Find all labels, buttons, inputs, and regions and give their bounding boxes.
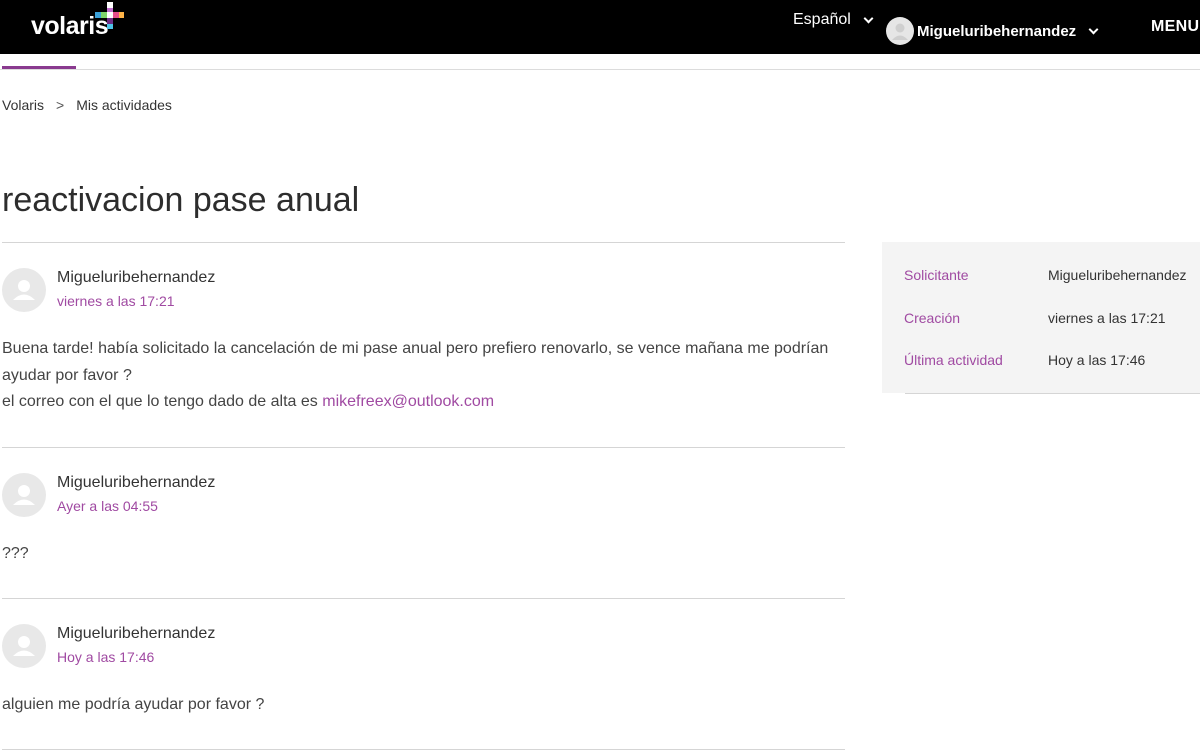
last-activity-label: Última actividad (904, 352, 1003, 368)
created-value: viernes a las 17:21 (1048, 310, 1166, 326)
comment-body: Buena tarde! había solicitado la cancela… (2, 336, 832, 416)
user-name: Migueluribehernandez (917, 22, 1077, 40)
user-avatar-icon (13, 485, 35, 505)
volaris-plus-logo-icon (95, 2, 124, 29)
comment-text-line: el correo con el que lo tengo dado de al… (2, 389, 832, 416)
breadcrumb-current-link[interactable]: Mis actividades (76, 97, 172, 113)
comments-list: Migueluribehernandez viernes a las 17:21… (2, 242, 845, 750)
comment-text-line: Buena tarde! había solicitado la cancela… (2, 340, 829, 357)
avatar (2, 473, 46, 517)
avatar (2, 268, 46, 312)
language-selector[interactable]: Español (793, 11, 874, 29)
subheader-divider (0, 69, 1200, 70)
comment-author: Migueluribehernandez (57, 269, 216, 286)
chevron-down-icon (1088, 24, 1099, 35)
comment-item: Migueluribehernandez Hoy a las 17:46 alg… (2, 599, 845, 749)
comment-author: Migueluribehernandez (57, 474, 216, 491)
page-title: reactivacion pase anual (2, 181, 360, 219)
user-avatar-icon (13, 636, 35, 656)
avatar (2, 624, 46, 668)
breadcrumb: Volaris > Mis actividades (2, 97, 172, 113)
comment-author: Migueluribehernandez (57, 625, 216, 642)
breadcrumb-home-link[interactable]: Volaris (2, 97, 44, 113)
comment-text-line: ayudar por favor ? (2, 366, 132, 384)
top-navigation-bar: volaris Español Migueluribehernandez MEN… (0, 0, 1200, 54)
created-label: Creación (904, 310, 961, 326)
comment-item: Migueluribehernandez viernes a las 17:21… (2, 243, 845, 447)
email-link[interactable]: mikefreex@outlook.com (322, 393, 494, 410)
divider (2, 749, 845, 750)
comment-body: alguien me podría ayudar por favor ? (2, 696, 265, 713)
breadcrumb-separator: > (56, 97, 65, 113)
comment-time: viernes a las 17:21 (57, 293, 175, 309)
language-label: Español (793, 11, 851, 28)
comment-time: Hoy a las 17:46 (57, 649, 155, 665)
requester-label: Solicitante (904, 267, 969, 283)
last-activity-value: Hoy a las 17:46 (1048, 352, 1146, 368)
comment-body: ??? (2, 545, 29, 562)
user-avatar-icon (13, 280, 35, 300)
comment-time: Ayer a las 04:55 (57, 498, 158, 514)
requester-value: Migueluribehernandez (1048, 267, 1187, 283)
comment-item: Migueluribehernandez Ayer a las 04:55 ??… (2, 448, 845, 598)
user-avatar-icon (886, 17, 914, 45)
request-details-panel: Solicitante Migueluribehernandez Creació… (882, 242, 1200, 393)
menu-button[interactable]: MENU (1151, 18, 1199, 36)
user-menu[interactable]: Migueluribehernandez (886, 17, 1099, 45)
chevron-down-icon (863, 13, 874, 24)
details-divider (905, 393, 1200, 394)
comment-text: el correo con el que lo tengo dado de al… (2, 393, 318, 410)
